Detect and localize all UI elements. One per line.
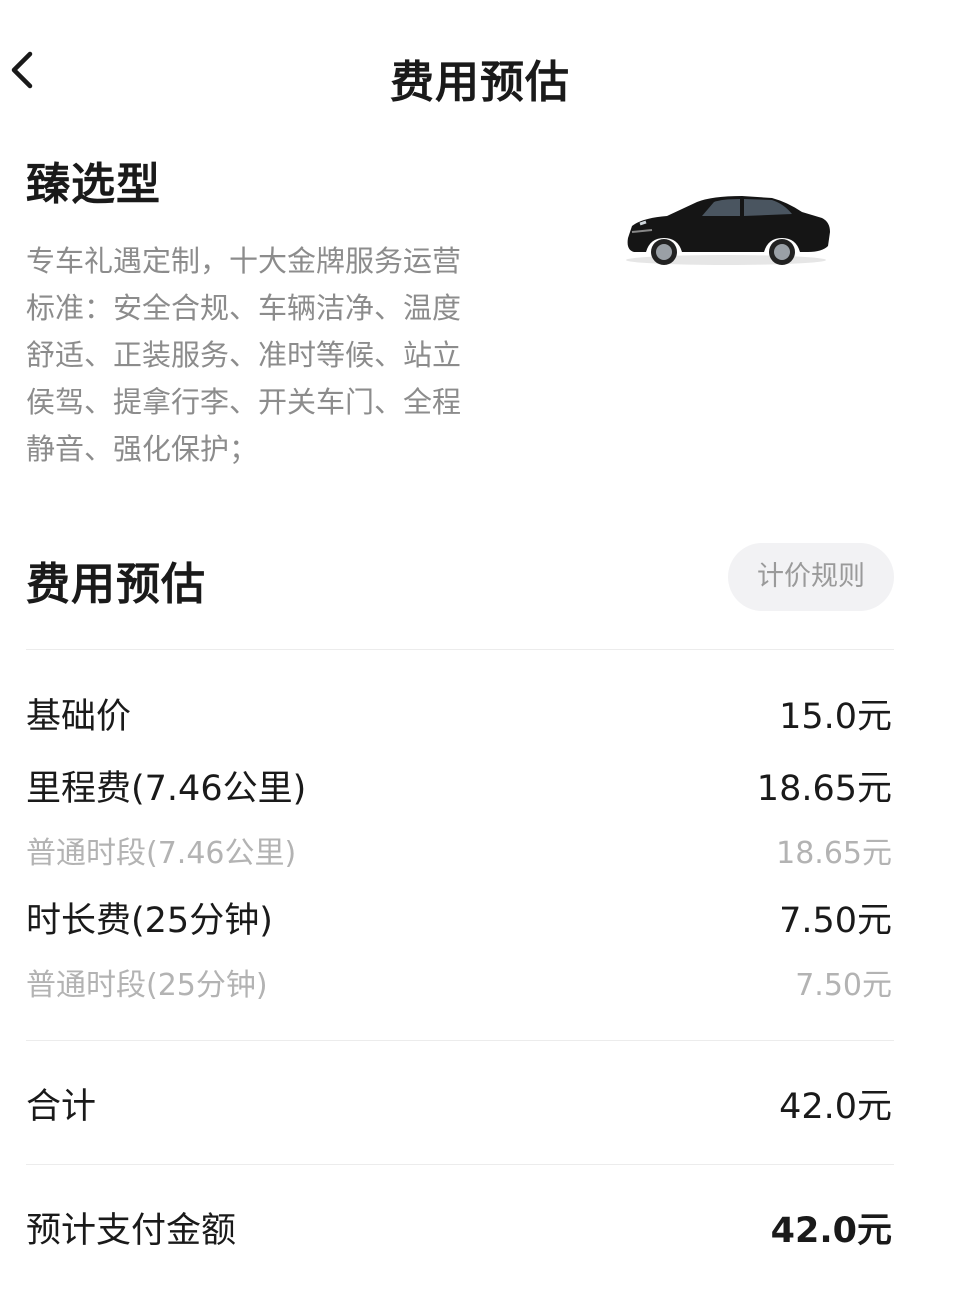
estimate-title: 费用预估 [26,559,206,610]
fee-label: 基础价 [26,696,132,737]
fee-row-mileage: 里程费(7.46公里) 18.65元 [26,760,892,810]
car-type-description: 专车礼遇定制，十大金牌服务运营标准：安全合规、车辆洁净、温度舒适、正装服务、准时… [26,244,462,466]
divider [26,1164,894,1165]
payment-label: 预计支付金额 [26,1210,237,1251]
fee-value: 18.65元 [756,768,892,809]
total-value: 42.0元 [779,1086,892,1127]
estimate-header: 费用预估 计价规则 [26,540,894,620]
black-sedan-icon [622,188,832,268]
fee-subrow-mileage-normal: 普通时段(7.46公里) 18.65元 [26,828,892,872]
pricing-rules-button[interactable]: 计价规则 [728,543,894,611]
fee-sub-value: 7.50元 [795,968,892,1003]
fee-sub-label: 普通时段(25分钟) [26,968,268,1003]
fee-row-duration: 时长费(25分钟) 7.50元 [26,892,892,942]
fee-value: 15.0元 [779,696,892,737]
car-type-section: 臻选型 专车礼遇定制，十大金牌服务运营标准：安全合规、车辆洁净、温度舒适、正装服… [26,148,946,473]
fee-row-base: 基础价 15.0元 [26,688,892,738]
page-title: 费用预估 [390,57,570,108]
bottom-fade [700,1265,960,1300]
fee-sub-value: 18.65元 [776,836,892,871]
fee-label: 时长费(25分钟) [26,900,273,941]
payment-value: 42.0元 [770,1210,892,1251]
fee-value: 7.50元 [779,900,892,941]
total-label: 合计 [26,1086,97,1127]
payment-row: 预计支付金额 42.0元 [26,1202,892,1252]
fee-label: 里程费(7.46公里) [26,768,307,809]
divider [26,649,894,650]
divider [26,1040,894,1041]
fee-sub-label: 普通时段(7.46公里) [26,836,297,871]
fee-subrow-duration-normal: 普通时段(25分钟) 7.50元 [26,960,892,1004]
total-row: 合计 42.0元 [26,1078,892,1128]
top-nav-bar: 费用预估 [0,0,960,150]
